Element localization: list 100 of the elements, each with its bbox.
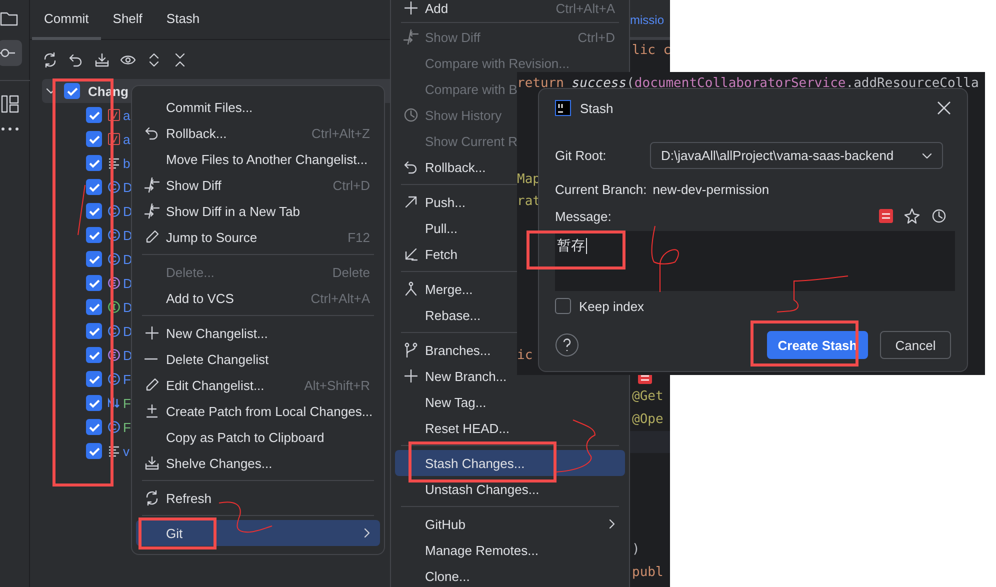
more-dots-icon bbox=[0, 127, 18, 131]
close-icon[interactable] bbox=[937, 101, 951, 115]
menu-item[interactable]: Fetch bbox=[395, 241, 462, 267]
checkbox[interactable] bbox=[86, 155, 102, 171]
undo-icon[interactable] bbox=[68, 52, 84, 68]
checkmark-icon bbox=[88, 398, 100, 408]
checkmark-icon bbox=[88, 254, 100, 264]
menu-item-label: Compare with B bbox=[425, 82, 518, 96]
clock-icon[interactable] bbox=[931, 208, 947, 224]
panel-tab[interactable]: Shelf bbox=[100, 0, 154, 40]
menu-item-label: Pull... bbox=[425, 220, 458, 236]
checkbox[interactable] bbox=[86, 371, 102, 387]
menu-item[interactable]: Move Files to Another Changelist... bbox=[136, 146, 372, 172]
branch-icon bbox=[403, 342, 419, 358]
help-icon[interactable] bbox=[555, 333, 579, 357]
checkbox[interactable] bbox=[86, 107, 102, 123]
checkmark-icon bbox=[88, 110, 100, 120]
menu-item[interactable]: Copy as Patch to Clipboard bbox=[136, 424, 328, 450]
panel-tab[interactable]: Stash bbox=[154, 0, 212, 40]
git-root-dropdown[interactable]: D:\javaAll\allProject\vama-saas-backend bbox=[650, 142, 943, 169]
menu-item[interactable]: Merge... bbox=[395, 276, 477, 302]
message-field[interactable]: 暂存 bbox=[555, 231, 955, 291]
checkbox[interactable] bbox=[86, 251, 102, 267]
menu-item-label: Shelve Changes... bbox=[166, 456, 272, 470]
annotation-scribble bbox=[78, 184, 86, 236]
checkbox[interactable] bbox=[86, 299, 102, 315]
checkbox[interactable] bbox=[86, 179, 102, 195]
commit-tool-button[interactable] bbox=[0, 40, 22, 66]
enum-file-icon bbox=[108, 349, 120, 361]
menu-item-label: Move Files to Another Changelist... bbox=[166, 152, 368, 166]
menu-item-label: Copy as Patch to Clipboard bbox=[166, 430, 324, 444]
menu-item[interactable]: Delete Changelist bbox=[136, 346, 273, 372]
structure-icon bbox=[0, 95, 18, 113]
interface-file-icon bbox=[108, 301, 120, 313]
checkbox[interactable] bbox=[86, 323, 102, 339]
refresh-icon[interactable] bbox=[42, 52, 58, 68]
download-tray-icon[interactable] bbox=[94, 52, 110, 68]
menu-item[interactable]: Refresh bbox=[136, 485, 216, 511]
menu-item-label: Manage Remotes... bbox=[425, 542, 538, 558]
checkbox[interactable] bbox=[86, 419, 102, 435]
checkbox[interactable] bbox=[86, 443, 102, 459]
star-knot-icon[interactable] bbox=[904, 208, 920, 224]
menu-item[interactable]: Show Diff Ctrl+D bbox=[136, 172, 380, 198]
menu-item[interactable]: New Changelist... bbox=[136, 320, 272, 346]
menu-item[interactable]: Unstash Changes... bbox=[395, 476, 544, 502]
menu-item[interactable]: Add to VCS Ctrl+Alt+A bbox=[136, 285, 380, 311]
pencil-icon bbox=[144, 229, 160, 245]
menu-item[interactable]: New Branch... bbox=[395, 363, 511, 389]
menu-item[interactable]: Show Diff in a New Tab bbox=[136, 198, 304, 224]
menu-item[interactable]: Rebase... bbox=[395, 302, 485, 328]
menu-item-label: Show History bbox=[425, 108, 502, 122]
menu-item[interactable]: Commit Files... bbox=[136, 94, 257, 120]
menu-item-label: Edit Changelist... bbox=[166, 378, 264, 392]
menu-item[interactable]: Pull... bbox=[395, 215, 462, 241]
menu-item[interactable]: Create Patch from Local Changes... bbox=[136, 398, 377, 424]
menu-item-label: Merge... bbox=[425, 282, 473, 296]
markdown-file-icon bbox=[108, 397, 120, 409]
menu-item-label: Show Diff bbox=[166, 178, 222, 192]
shortcut-text: F12 bbox=[348, 230, 370, 244]
menu-item[interactable]: Rollback... Ctrl+Alt+Z bbox=[136, 120, 380, 146]
menu-item[interactable]: Rollback... bbox=[395, 154, 490, 180]
menu-item[interactable]: Clone... bbox=[395, 563, 474, 587]
checkbox[interactable] bbox=[86, 347, 102, 363]
config-file-icon bbox=[108, 133, 120, 145]
checkmark-icon bbox=[66, 86, 78, 96]
menu-item[interactable]: Jump to Source F12 bbox=[136, 224, 380, 250]
tray-download-icon bbox=[144, 455, 160, 471]
panel-tab[interactable]: Commit bbox=[32, 0, 101, 40]
annotation-scribble bbox=[651, 226, 679, 292]
menu-item-label: Reset HEAD... bbox=[425, 420, 510, 436]
editor-tab[interactable]: missio bbox=[630, 0, 670, 40]
folder-icon bbox=[0, 10, 18, 26]
class-file-icon bbox=[108, 421, 120, 433]
checkbox[interactable] bbox=[86, 203, 102, 219]
menu-item[interactable]: Manage Remotes... bbox=[395, 537, 542, 563]
app-badge-icon[interactable] bbox=[879, 209, 893, 223]
menu-item[interactable]: Push... bbox=[395, 189, 470, 215]
menu-item[interactable]: Edit Changelist... Alt+Shift+R bbox=[136, 372, 380, 398]
code-line: rat bbox=[517, 193, 540, 211]
menu-item[interactable]: GitHub bbox=[395, 511, 625, 537]
menu-item[interactable]: Reset HEAD... bbox=[395, 415, 514, 441]
menu-item-label: Create Patch from Local Changes... bbox=[166, 404, 373, 418]
menu-item[interactable]: Stash Changes... bbox=[395, 450, 625, 476]
menu-item[interactable]: Git bbox=[136, 520, 380, 546]
menu-item-label: Git bbox=[166, 526, 183, 540]
menu-item-label: New Tag... bbox=[425, 394, 486, 410]
menu-item[interactable]: New Tag... bbox=[395, 389, 490, 415]
checkbox[interactable] bbox=[64, 83, 80, 99]
menu-item[interactable]: Add Ctrl+Alt+A bbox=[395, 0, 625, 21]
menu-item[interactable]: Branches... bbox=[395, 337, 495, 363]
keep-index-checkbox[interactable] bbox=[555, 298, 571, 314]
checkbox[interactable] bbox=[86, 395, 102, 411]
menu-item[interactable]: Shelve Changes... bbox=[136, 450, 276, 476]
checkbox[interactable] bbox=[86, 131, 102, 147]
checkbox[interactable] bbox=[86, 227, 102, 243]
checkbox[interactable] bbox=[86, 275, 102, 291]
checkmark-icon bbox=[88, 326, 100, 336]
create-stash-button[interactable]: Create Stash bbox=[767, 331, 868, 359]
cancel-button[interactable]: Cancel bbox=[880, 331, 951, 359]
class-file-icon bbox=[108, 229, 120, 241]
